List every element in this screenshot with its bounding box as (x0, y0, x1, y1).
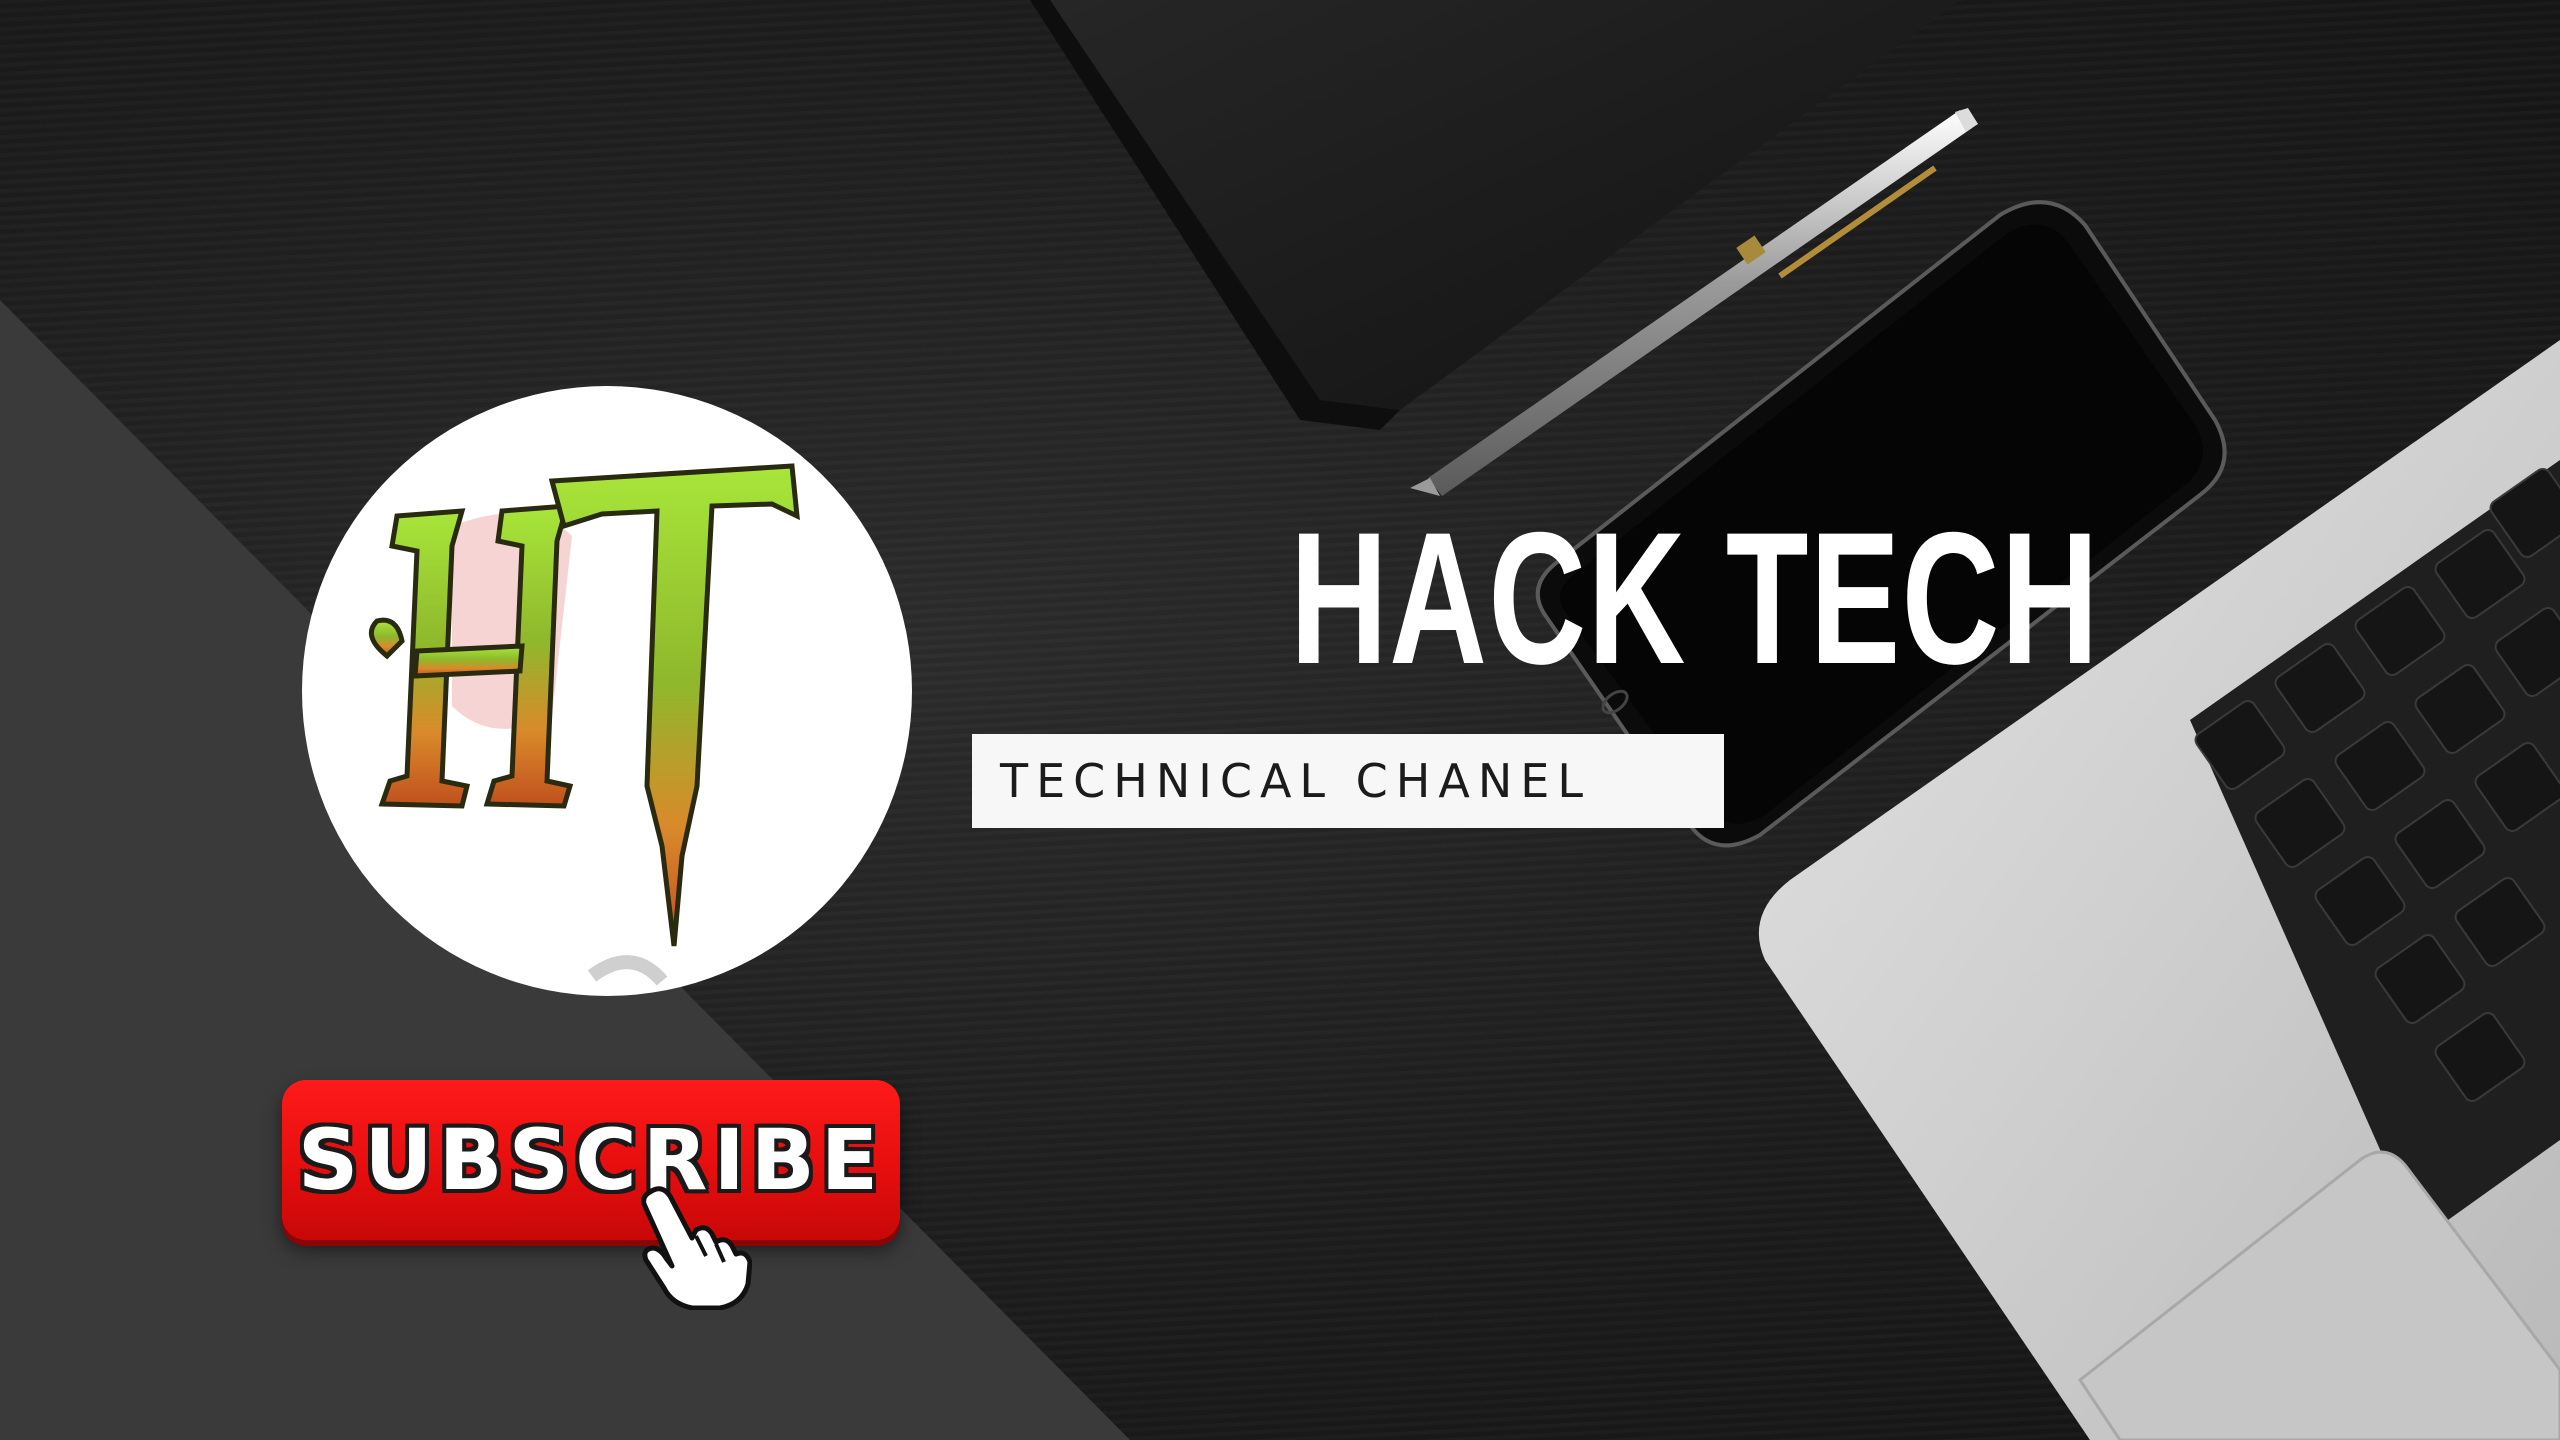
channel-tagline-box: TECHNICAL CHANEL (972, 734, 1724, 828)
channel-title: HACK TECH (1290, 493, 2101, 703)
channel-banner: HACK TECH TECHNICAL CHANEL SUBSCRIBE (0, 0, 2560, 1440)
hand-pointer-icon (641, 1186, 752, 1310)
channel-logo (302, 386, 912, 996)
subscribe-label: SUBSCRIBE (297, 1111, 885, 1209)
channel-tagline: TECHNICAL CHANEL (1000, 754, 1591, 808)
subscribe-button[interactable]: SUBSCRIBE (282, 1080, 900, 1240)
ht-monogram-icon (368, 463, 800, 986)
